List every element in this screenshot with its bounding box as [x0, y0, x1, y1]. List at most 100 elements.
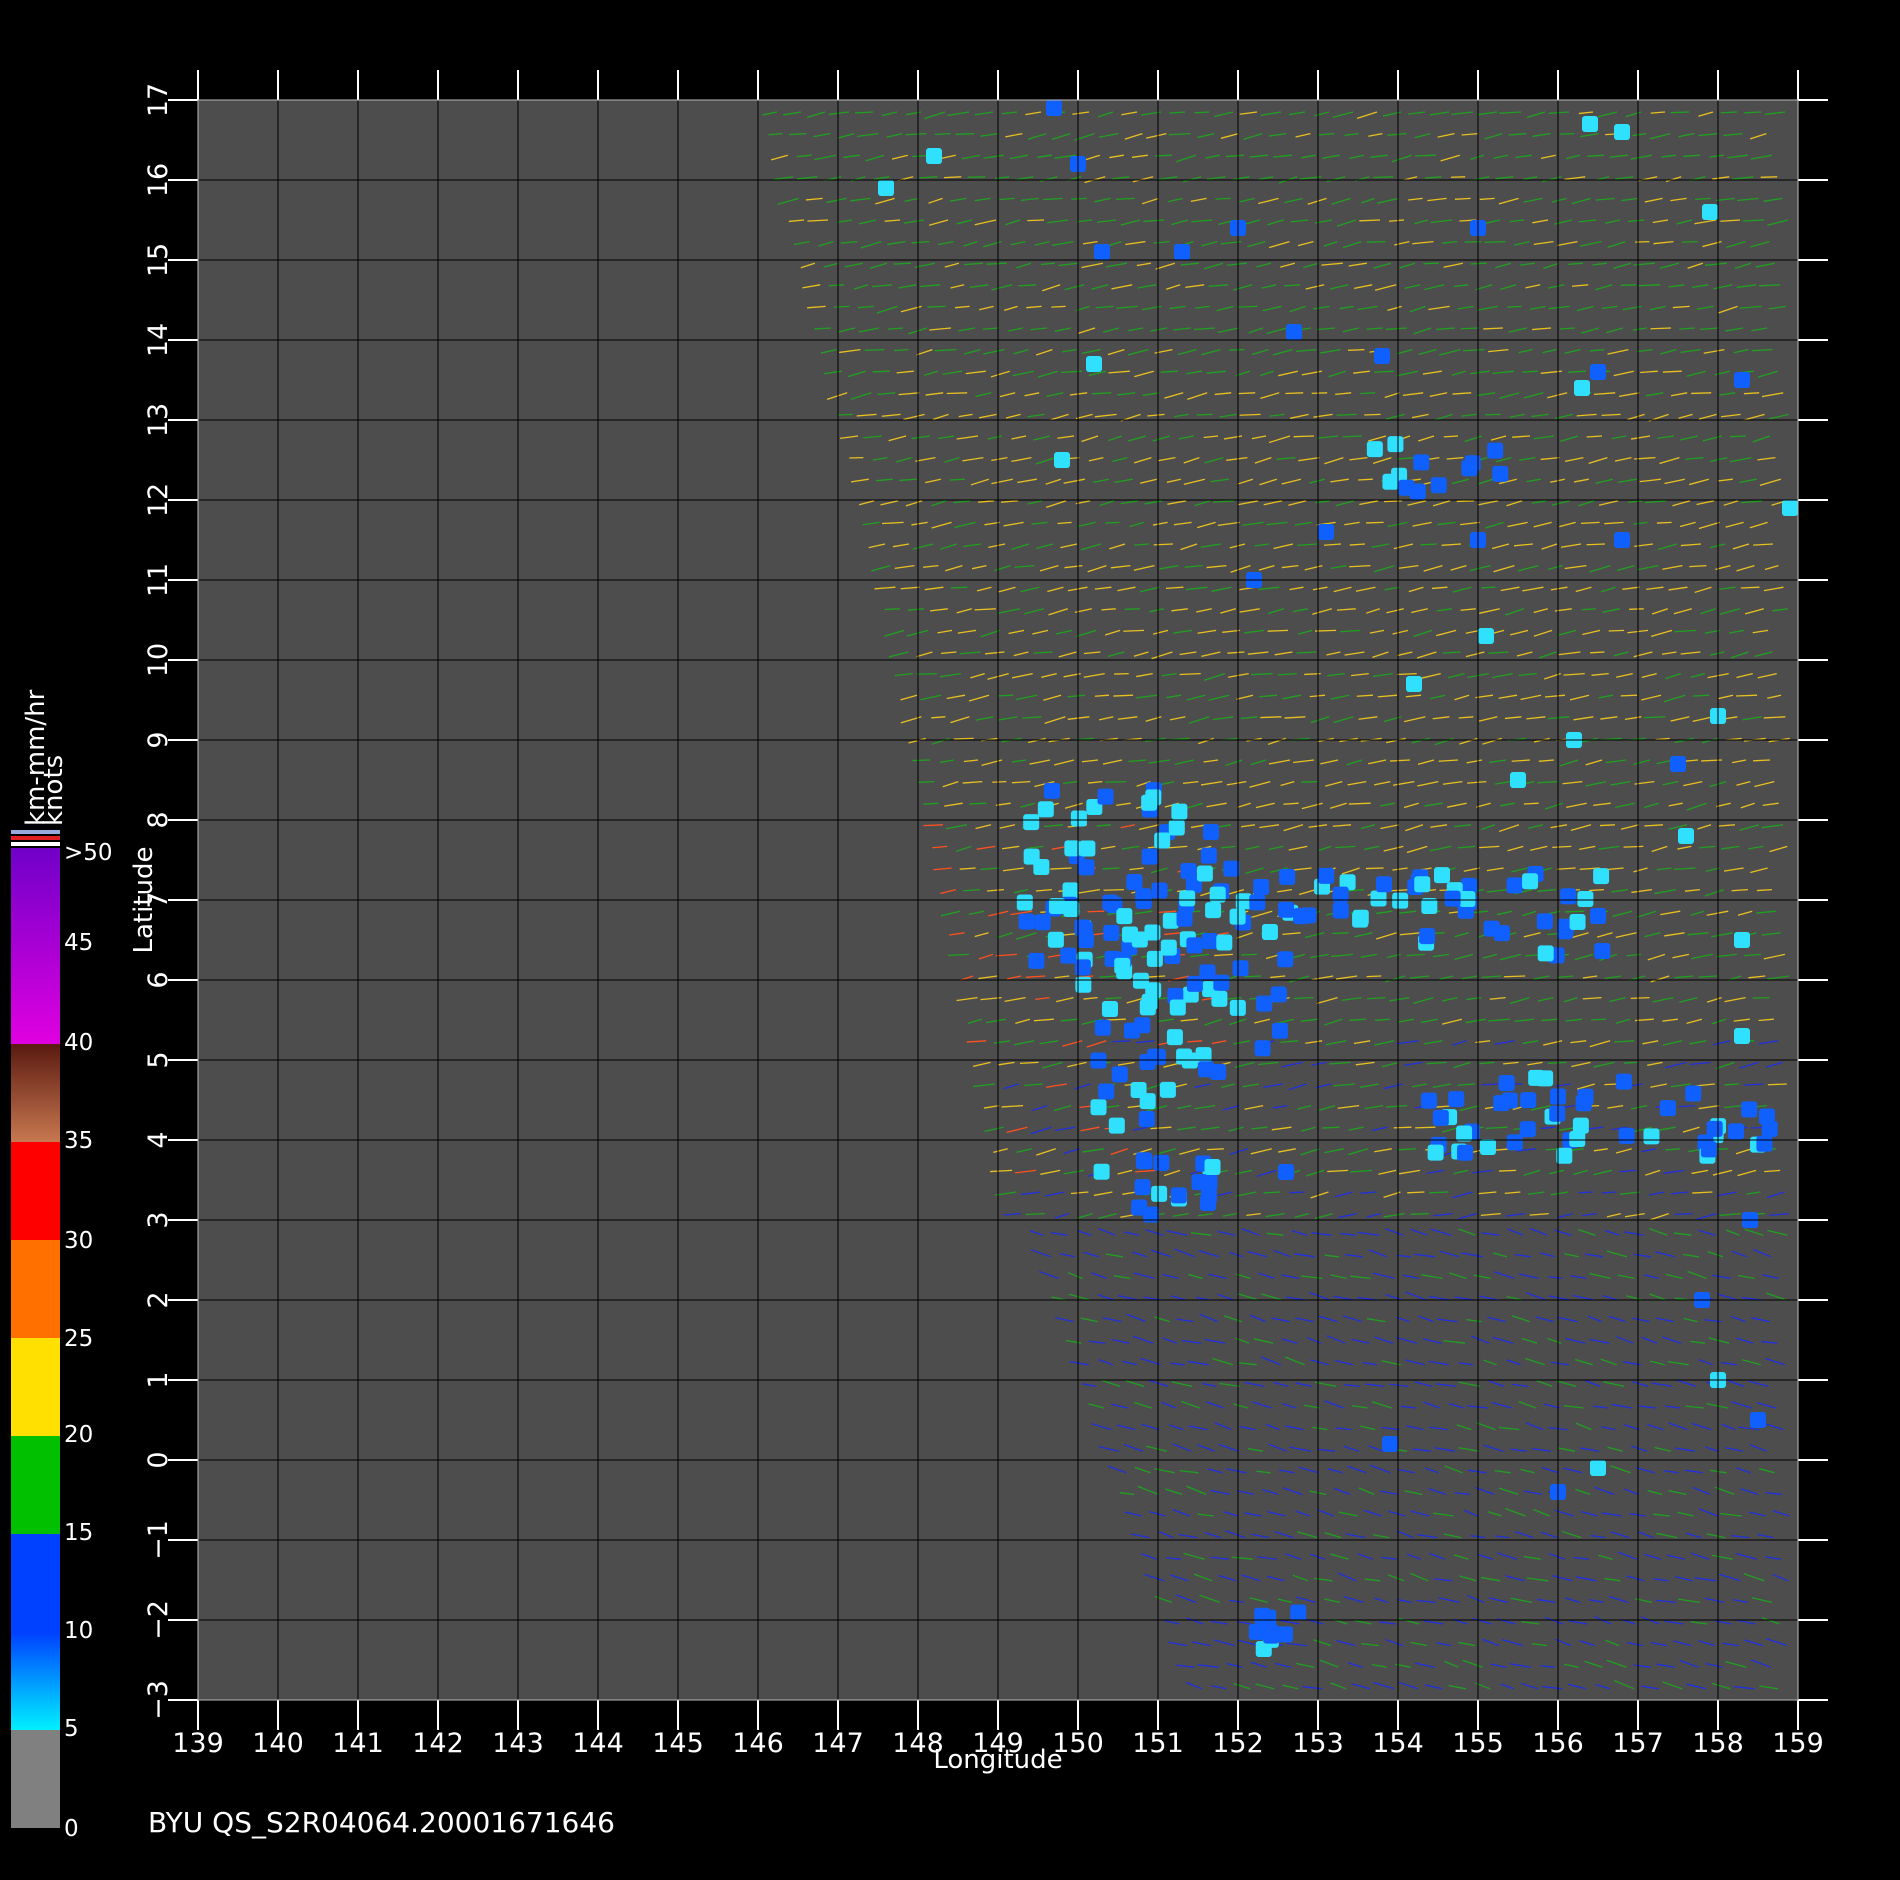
wind-vector: [1263, 1191, 1281, 1194]
y-tick-label: 5: [143, 1051, 174, 1068]
wind-vector: [1113, 694, 1134, 697]
wind-vector: [992, 780, 1007, 783]
wind-vector: [838, 413, 853, 416]
rain-flag-cell: [1528, 1069, 1545, 1086]
wind-vector: [1670, 111, 1690, 114]
rain-flag-cell: [1254, 1607, 1271, 1624]
wind-vector: [1415, 154, 1436, 157]
y-tick-label: 11: [143, 563, 174, 597]
wind-vector: [1366, 975, 1382, 978]
colorbar-segment: [11, 1730, 60, 1828]
rain-flag-cell: [1614, 532, 1630, 548]
rain-flag-cell: [1457, 1144, 1474, 1161]
wind-vector: [1753, 759, 1771, 762]
rain-flag-cell: [1728, 1123, 1745, 1140]
colorbar-segment: [11, 1240, 60, 1338]
wind-vector: [1237, 392, 1256, 395]
rain-flag-cell: [1098, 1083, 1115, 1100]
wind-vector: [1103, 888, 1124, 891]
wind-vector: [1321, 1126, 1340, 1129]
rain-flag-cell: [1200, 1194, 1217, 1211]
colorbar-over-stripes: [11, 830, 60, 846]
wind-vector: [1124, 608, 1140, 610]
colorbar-segment: [11, 1436, 60, 1534]
rain-flag-cell: [1034, 914, 1051, 931]
wind-vector: [1267, 629, 1289, 632]
rain-flag-cell: [1549, 1105, 1566, 1122]
wind-vector: [1293, 435, 1315, 438]
rain-flag-cell: [1366, 441, 1383, 458]
rain-flag-cell: [1506, 1134, 1523, 1151]
rain-flag-cell: [1090, 1052, 1107, 1069]
colorbar-label: >50: [64, 840, 113, 866]
colorbar-label: 5: [64, 1716, 79, 1742]
wind-vector: [1289, 1191, 1305, 1194]
rain-flag-cell: [1054, 452, 1070, 468]
wind-vector: [1460, 327, 1480, 330]
colorbar-segment: [11, 1142, 60, 1240]
rain-flag-cell: [1141, 848, 1158, 865]
rain-flag-cell: [1498, 1075, 1515, 1092]
x-tick-label: 158: [1692, 1728, 1744, 1759]
rain-flag-cell: [1594, 942, 1611, 959]
wind-vector: [1682, 240, 1698, 243]
rain-flag-cell: [1201, 933, 1218, 950]
wind-vector: [1498, 1169, 1517, 1172]
wind-vector: [1623, 845, 1644, 848]
rain-flag-cell: [1279, 868, 1296, 885]
rain-flag-cell: [1180, 862, 1197, 879]
rain-flag-cell: [1062, 882, 1079, 899]
rain-flag-cell: [1374, 348, 1390, 364]
rain-flag-cell: [1134, 1017, 1151, 1034]
wind-vector: [1206, 1148, 1224, 1151]
rain-flag-cell: [1134, 1179, 1151, 1196]
x-axis-label: Longitude: [933, 1745, 1062, 1775]
rain-flag-cell: [1174, 244, 1190, 260]
colorbar-label: 10: [64, 1618, 93, 1644]
rain-flag-cell: [1018, 913, 1035, 930]
rain-flag-cell: [1300, 907, 1317, 924]
rain-flag-cell: [1444, 890, 1461, 907]
y-tick-label: −2: [143, 1600, 174, 1640]
colorbar-unit-wind: knots: [39, 755, 69, 826]
wind-vector: [1423, 262, 1439, 265]
wind-vector: [1373, 176, 1394, 179]
wind-vector: [1301, 780, 1319, 783]
y-tick-label: 10: [143, 643, 174, 677]
rain-flag-cell: [1043, 782, 1060, 799]
colorbar-label: 45: [64, 930, 93, 956]
x-tick-label: 153: [1292, 1728, 1344, 1759]
wind-vector: [1407, 1191, 1425, 1194]
wind-vector: [1599, 824, 1615, 827]
colorbar-segment: [11, 1632, 60, 1730]
rain-flag-cell: [1151, 882, 1168, 899]
wind-vector: [1503, 975, 1526, 978]
rain-flag-cell: [1253, 878, 1270, 895]
rain-flag-cell: [1126, 874, 1143, 891]
rain-flag-cell: [1195, 1047, 1212, 1064]
wind-vector: [1153, 543, 1174, 546]
rain-flag-cell: [1614, 124, 1630, 140]
wind-vector: [1456, 500, 1475, 503]
rain-flag-cell: [1094, 244, 1110, 260]
wind-vector: [1087, 910, 1105, 913]
rain-flag-cell: [1076, 921, 1093, 938]
wind-vector: [953, 737, 974, 740]
wind-vector: [1735, 694, 1758, 697]
rain-flag-cell: [1459, 890, 1476, 907]
colorbar-label: 20: [64, 1422, 93, 1448]
rain-flag-cell: [1276, 1626, 1293, 1643]
rain-flag-cell: [1176, 910, 1193, 927]
rain-flag-cell: [1213, 974, 1230, 991]
y-tick-label: 6: [143, 971, 174, 988]
wind-vector: [1481, 1083, 1499, 1086]
rain-flag-cell: [1070, 810, 1087, 827]
rain-flag-cell: [1179, 890, 1196, 907]
wind-vector: [1260, 716, 1282, 719]
wind-vector: [955, 132, 975, 135]
rain-flag-cell: [1370, 890, 1387, 907]
rain-flag-cell: [1286, 324, 1302, 340]
rain-flag-cell: [1478, 628, 1494, 644]
rain-flag-cell: [1332, 902, 1349, 919]
rain-flag-cell: [1166, 1029, 1183, 1046]
